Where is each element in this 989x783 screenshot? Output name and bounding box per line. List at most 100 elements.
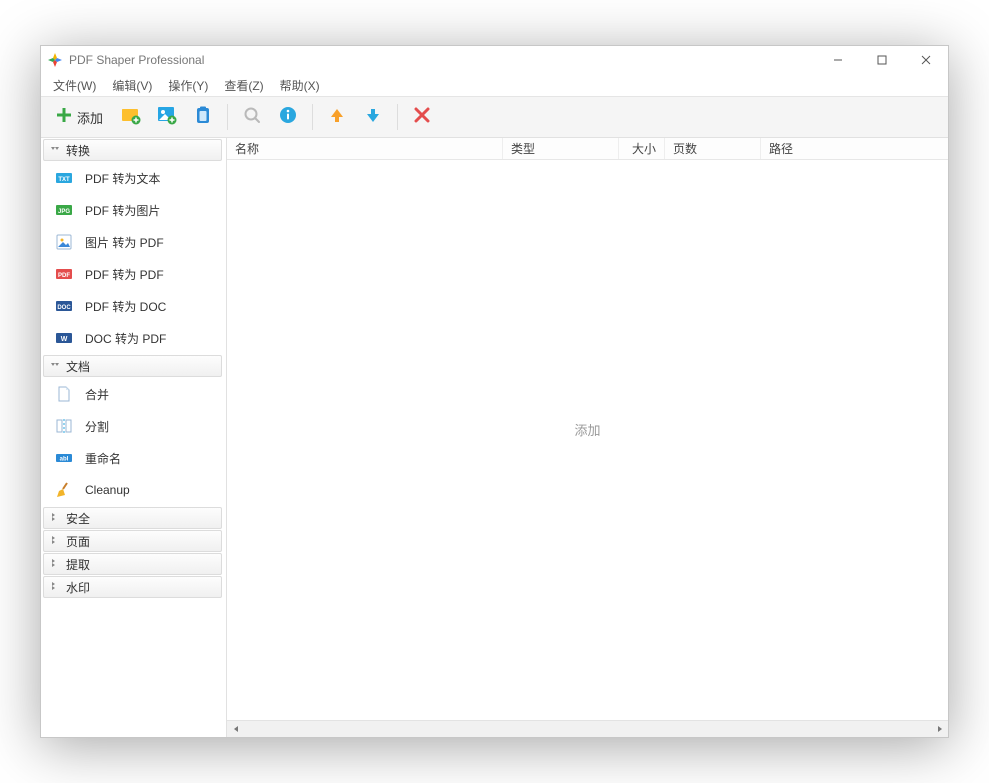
scroll-left-icon[interactable]: [227, 721, 244, 738]
svg-text:PDF: PDF: [58, 273, 70, 279]
content-area: 转换 TXT PDF 转为文本 JPG PDF 转为图片 图片 转为 PDF: [41, 138, 948, 737]
image-add-icon: [156, 104, 178, 131]
scroll-right-icon[interactable]: [931, 721, 948, 738]
chevron-right-icon: [50, 558, 60, 571]
sidebar-item-label: PDF 转为 PDF: [85, 266, 164, 283]
add-button-label: 添加: [77, 108, 103, 127]
sidebar-item-label: PDF 转为 DOC: [85, 298, 166, 315]
menu-edit[interactable]: 编辑(V): [104, 75, 160, 96]
search-button[interactable]: [236, 101, 268, 133]
sidebar-item-label: PDF 转为图片: [85, 202, 160, 219]
sidebar-item-label: 图片 转为 PDF: [85, 234, 164, 251]
column-type[interactable]: 类型: [503, 138, 619, 159]
file-list-panel: 名称 类型 大小 页数 路径 添加: [227, 138, 948, 737]
move-up-button[interactable]: [321, 101, 353, 133]
sidebar-section-label: 安全: [66, 510, 90, 527]
paste-button[interactable]: [187, 101, 219, 133]
horizontal-scrollbar[interactable]: [227, 720, 948, 737]
menu-view[interactable]: 查看(Z): [216, 75, 271, 96]
scrollbar-track[interactable]: [244, 721, 931, 737]
clipboard-icon: [193, 105, 213, 130]
txt-file-icon: TXT: [55, 169, 73, 187]
menu-file[interactable]: 文件(W): [45, 75, 104, 96]
sidebar-section-label: 转换: [66, 142, 90, 159]
toolbar: 添加: [41, 96, 948, 138]
sidebar-item-label: PDF 转为文本: [85, 170, 160, 187]
column-size[interactable]: 大小: [619, 138, 665, 159]
arrow-down-icon: [364, 106, 382, 129]
add-image-button[interactable]: [151, 101, 183, 133]
sidebar-item-cleanup[interactable]: Cleanup: [41, 474, 224, 506]
sidebar-item-doc-to-pdf[interactable]: W DOC 转为 PDF: [41, 322, 224, 354]
word-file-icon: W: [55, 329, 73, 347]
menubar: 文件(W) 编辑(V) 操作(Y) 查看(Z) 帮助(X): [41, 74, 948, 96]
minimize-button[interactable]: [816, 46, 860, 74]
chevron-right-icon: [50, 535, 60, 548]
sidebar-section-extract[interactable]: 提取: [43, 553, 222, 575]
chevron-down-icon: [50, 360, 60, 373]
sidebar-section-pages[interactable]: 页面: [43, 530, 222, 552]
titlebar: PDF Shaper Professional: [41, 46, 948, 74]
sidebar-item-split[interactable]: 分割: [41, 410, 224, 442]
add-button[interactable]: 添加: [47, 101, 111, 133]
window-controls: [816, 46, 948, 74]
sidebar-section-label: 提取: [66, 556, 90, 573]
sidebar-item-label: 合并: [85, 386, 109, 403]
sidebar-item-pdf-to-pdf[interactable]: PDF PDF 转为 PDF: [41, 258, 224, 290]
maximize-button[interactable]: [860, 46, 904, 74]
sidebar-item-label: 分割: [85, 418, 109, 435]
column-path[interactable]: 路径: [761, 138, 948, 159]
split-icon: [55, 417, 73, 435]
app-icon: [47, 52, 63, 68]
close-button[interactable]: [904, 46, 948, 74]
menu-help[interactable]: 帮助(X): [272, 75, 328, 96]
plus-icon: [55, 106, 73, 129]
remove-button[interactable]: [406, 101, 438, 133]
jpg-file-icon: JPG: [55, 201, 73, 219]
page-icon: [55, 385, 73, 403]
svg-text:TXT: TXT: [58, 177, 70, 183]
sidebar-item-label: 重命名: [85, 450, 121, 467]
column-pages[interactable]: 页数: [665, 138, 761, 159]
add-folder-button[interactable]: [115, 101, 147, 133]
rename-icon: abI: [55, 449, 73, 467]
sidebar-section-label: 页面: [66, 533, 90, 550]
svg-text:W: W: [61, 336, 68, 343]
toolbar-separator: [312, 104, 313, 130]
move-down-button[interactable]: [357, 101, 389, 133]
column-name[interactable]: 名称: [227, 138, 503, 159]
arrow-up-icon: [328, 106, 346, 129]
sidebar-item-pdf-to-text[interactable]: TXT PDF 转为文本: [41, 162, 224, 194]
empty-add-hint: 添加: [574, 420, 600, 439]
file-list-body[interactable]: 添加: [227, 160, 948, 720]
folder-add-icon: [120, 104, 142, 131]
sidebar-item-pdf-to-image[interactable]: JPG PDF 转为图片: [41, 194, 224, 226]
sidebar-item-pdf-to-doc[interactable]: DOC PDF 转为 DOC: [41, 290, 224, 322]
app-window: PDF Shaper Professional 文件(W) 编辑(V) 操作(Y…: [40, 45, 949, 738]
info-button[interactable]: [272, 101, 304, 133]
pdf-file-icon: PDF: [55, 265, 73, 283]
image-file-icon: [55, 233, 73, 251]
sidebar-section-convert[interactable]: 转换: [43, 139, 222, 161]
svg-text:JPG: JPG: [58, 209, 70, 215]
broom-icon: [55, 481, 73, 499]
sidebar-section-watermark[interactable]: 水印: [43, 576, 222, 598]
chevron-right-icon: [50, 581, 60, 594]
sidebar-section-label: 文档: [66, 358, 90, 375]
sidebar: 转换 TXT PDF 转为文本 JPG PDF 转为图片 图片 转为 PDF: [41, 138, 227, 737]
svg-text:DOC: DOC: [57, 305, 71, 311]
toolbar-separator: [397, 104, 398, 130]
sidebar-section-document[interactable]: 文档: [43, 355, 222, 377]
doc-file-icon: DOC: [55, 297, 73, 315]
chevron-right-icon: [50, 512, 60, 525]
sidebar-item-image-to-pdf[interactable]: 图片 转为 PDF: [41, 226, 224, 258]
sidebar-item-rename[interactable]: abI 重命名: [41, 442, 224, 474]
menu-action[interactable]: 操作(Y): [160, 75, 216, 96]
file-list-header: 名称 类型 大小 页数 路径: [227, 138, 948, 160]
chevron-down-icon: [50, 144, 60, 157]
sidebar-section-label: 水印: [66, 579, 90, 596]
sidebar-section-security[interactable]: 安全: [43, 507, 222, 529]
sidebar-item-merge[interactable]: 合并: [41, 378, 224, 410]
svg-text:abI: abI: [60, 457, 69, 463]
sidebar-item-label: DOC 转为 PDF: [85, 330, 166, 347]
